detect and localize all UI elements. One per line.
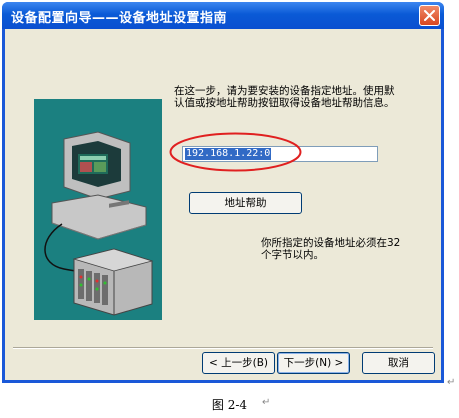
address-help-button[interactable]: 地址帮助 xyxy=(189,192,302,214)
paragraph-mark-icon: ↵ xyxy=(447,377,456,388)
title-bar[interactable]: 设备配置向导——设备地址设置指南 xyxy=(2,2,444,29)
computer-icon xyxy=(51,131,147,240)
illustration-panel xyxy=(34,99,162,320)
divider xyxy=(13,347,433,349)
figure-caption: 图 2-4 xyxy=(211,398,248,412)
window-title: 设备配置向导——设备地址设置指南 xyxy=(11,11,228,26)
wizard-window: 设备配置向导——设备地址设置指南 在这一步，请为要安装的设备指定地址。使用默认值… xyxy=(2,2,444,383)
paragraph-mark-icon: ↵ xyxy=(262,397,271,408)
instruction-text: 在这一步，请为要安装的设备指定地址。使用默认值或按地址帮助按钮取得设备地址帮助信… xyxy=(174,85,395,109)
close-icon xyxy=(424,10,435,21)
highlight-oval xyxy=(169,132,302,172)
next-button[interactable]: 下一步(N) > xyxy=(277,352,350,374)
address-note: 你所指定的设备地址必须在32个字节以内。 xyxy=(261,237,401,261)
back-button[interactable]: < 上一步(B) xyxy=(202,352,275,374)
device-rack-icon xyxy=(72,248,154,316)
wizard-body: 在这一步，请为要安装的设备指定地址。使用默认值或按地址帮助按钮取得设备地址帮助信… xyxy=(5,29,441,380)
cancel-button[interactable]: 取消 xyxy=(362,352,435,374)
close-button[interactable] xyxy=(419,5,440,26)
